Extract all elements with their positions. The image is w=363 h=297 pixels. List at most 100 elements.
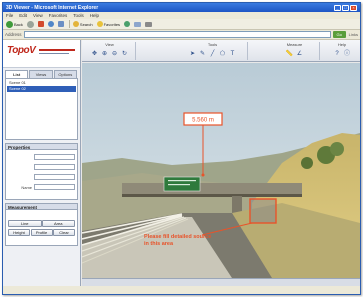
properties-panel: Name — [5, 150, 78, 200]
status-bar — [82, 278, 360, 286]
search-button[interactable]: Search — [72, 20, 94, 28]
list-item-selected[interactable]: Scene 02 — [7, 86, 76, 92]
image-viewport[interactable]: 5.560 m Please fill detailed source in t… — [82, 63, 360, 278]
tool-icons: ✥ ⊕ ⊖ ↻ — [84, 48, 135, 59]
favorites-label: Favorites — [103, 21, 121, 27]
maximize-button[interactable]: □ — [342, 4, 349, 11]
properties-title: Properties — [5, 143, 78, 150]
tool-icons: ? ⓘ — [326, 48, 358, 59]
line-button[interactable]: Line — [8, 220, 42, 227]
tool-group-measure: Measure 📏 ∠ — [270, 42, 320, 60]
pan-icon[interactable]: ✥ — [91, 50, 99, 58]
forward-arrow-icon — [26, 20, 34, 28]
browser-toolbar: Back Search Favorites — [3, 19, 360, 30]
go-button[interactable]: Go — [332, 31, 346, 38]
layer-list[interactable]: Scene 01 Scene 02 — [5, 78, 78, 140]
area-button[interactable]: Area — [41, 220, 75, 227]
star-icon — [96, 21, 103, 27]
zoom-out-icon[interactable]: ⊖ — [111, 50, 119, 58]
measurement-panel: Line Area Height Profile Clear — [5, 210, 78, 246]
tab-views[interactable]: Views — [29, 70, 53, 78]
measurement-title: Measurement — [5, 203, 78, 210]
menu-tools[interactable]: Tools — [73, 13, 84, 18]
viewer-app: TopoV List Views Options Scene 01 Scene … — [3, 40, 360, 286]
mail-button[interactable] — [133, 20, 142, 28]
scene-photo[interactable]: 5.560 m Please fill detailed source in t… — [82, 63, 360, 278]
home-icon — [57, 21, 64, 27]
minimize-button[interactable]: _ — [334, 4, 341, 11]
brand-name: TopoV — [7, 45, 36, 56]
clear-button[interactable]: Clear — [53, 229, 75, 236]
callout-top-anchor — [201, 173, 205, 177]
history-button[interactable] — [123, 20, 131, 28]
tool-icons: ➤ ✎ ╱ ⬠ T — [178, 48, 247, 59]
favorites-button[interactable]: Favorites — [96, 20, 121, 28]
property-row — [8, 153, 75, 161]
property-field[interactable] — [34, 154, 75, 160]
print-button[interactable] — [144, 20, 153, 28]
mail-icon — [134, 21, 142, 27]
logo-stripe — [39, 49, 75, 51]
forward-button[interactable] — [26, 20, 35, 28]
info-icon[interactable]: ⓘ — [343, 50, 351, 58]
links-label[interactable]: Links — [349, 32, 358, 37]
ruler-icon[interactable]: 📏 — [286, 50, 294, 58]
height-button[interactable]: Height — [8, 229, 30, 236]
window-title: 3D Viewer - Microsoft Internet Explorer — [6, 4, 99, 11]
polygon-icon[interactable]: ⬠ — [219, 50, 227, 58]
close-button[interactable]: × — [350, 4, 357, 11]
title-bar: 3D Viewer - Microsoft Internet Explorer … — [3, 3, 360, 12]
menu-file[interactable]: File — [6, 13, 13, 18]
tab-options[interactable]: Options — [53, 70, 77, 78]
left-panel: TopoV List Views Options Scene 01 Scene … — [3, 40, 81, 286]
property-name-field[interactable] — [34, 184, 75, 190]
callout-bottom-line2: in this area — [144, 241, 174, 247]
sign-text-line — [168, 184, 190, 186]
tool-icons: 📏 ∠ — [270, 48, 319, 59]
stop-button[interactable] — [37, 20, 45, 28]
line-tool-icon[interactable]: ╱ — [209, 50, 217, 58]
printer-icon — [145, 21, 153, 27]
address-label: Address — [5, 32, 22, 37]
tools-strip: View ✥ ⊕ ⊖ ↻ Tools ➤ ✎ ╱ ⬠ T Measure 📏 ∠… — [82, 40, 360, 62]
back-button[interactable]: Back — [5, 20, 24, 28]
address-input[interactable] — [23, 31, 331, 38]
refresh-button[interactable] — [47, 20, 55, 28]
menu-favorites[interactable]: Favorites — [49, 13, 68, 18]
measure-button-row: Height Profile Clear — [8, 229, 75, 236]
zoom-in-icon[interactable]: ⊕ — [101, 50, 109, 58]
menu-bar: File Edit View Favorites Tools Help — [3, 12, 360, 19]
measurement-hint — [8, 212, 75, 218]
help-icon[interactable]: ? — [333, 50, 341, 58]
tool-group-tools: Tools ➤ ✎ ╱ ⬠ T — [178, 42, 248, 60]
select-icon[interactable]: ➤ — [189, 50, 197, 58]
property-field[interactable] — [34, 174, 75, 180]
toolbar-separator — [68, 20, 70, 28]
tool-group-view: View ✥ ⊕ ⊖ ↻ — [84, 42, 136, 60]
callout-bottom-line1: Please fill detailed source — [144, 234, 211, 240]
angle-icon[interactable]: ∠ — [296, 50, 304, 58]
property-field[interactable] — [34, 164, 75, 170]
address-bar: Address Go Links — [3, 30, 360, 40]
tab-list[interactable]: List — [5, 70, 29, 78]
menu-help[interactable]: Help — [90, 13, 99, 18]
menu-view[interactable]: View — [33, 13, 43, 18]
property-name-label: Name — [21, 184, 32, 190]
tool-group-help: Help ? ⓘ — [326, 42, 358, 60]
history-icon — [124, 21, 131, 27]
back-arrow-icon — [6, 20, 13, 28]
panel-tabs: List Views Options — [5, 70, 78, 78]
measure-button-row: Line Area — [8, 220, 75, 227]
sign-text-line — [168, 180, 196, 182]
refresh-icon — [47, 21, 54, 27]
pencil-icon[interactable]: ✎ — [199, 50, 207, 58]
tree — [301, 157, 313, 169]
highlight-region — [249, 198, 277, 224]
menu-edit[interactable]: Edit — [19, 13, 27, 18]
profile-button[interactable]: Profile — [30, 229, 53, 236]
text-tool-icon[interactable]: T — [229, 50, 237, 58]
home-button[interactable] — [57, 20, 65, 28]
tree — [330, 142, 344, 156]
bridge-shadow — [122, 194, 302, 197]
rotate-icon[interactable]: ↻ — [121, 50, 129, 58]
